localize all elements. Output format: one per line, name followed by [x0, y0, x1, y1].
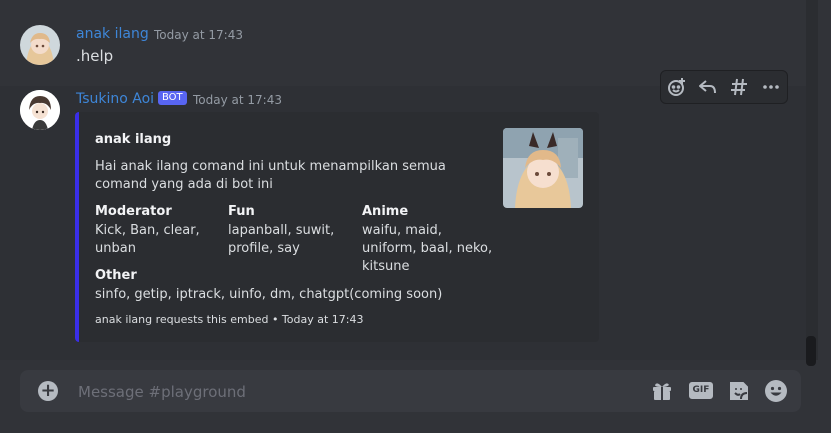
bot-badge: BOT [158, 91, 187, 105]
embed-field-value: lapanball, suwit, profile, say [228, 223, 335, 256]
embed-field-name: Anime [362, 204, 409, 219]
sticker-icon[interactable] [727, 379, 751, 403]
embed-author: anak ilang [95, 132, 172, 147]
message-content: .help [76, 47, 114, 65]
embed-field-value: Kick, Ban, clear, unban [95, 223, 200, 256]
message-actions-toolbar [660, 70, 788, 104]
embed-thumbnail[interactable] [503, 128, 583, 208]
add-reaction-icon[interactable] [665, 75, 689, 99]
add-attachment-icon[interactable]: + [38, 381, 58, 401]
embed-field-name: Moderator [95, 204, 172, 219]
embed-footer: anak ilang requests this embed • Today a… [95, 313, 364, 326]
bot-username[interactable]: Tsukino Aoi [76, 91, 154, 107]
message-composer: + GIF [20, 370, 801, 412]
gif-icon[interactable]: GIF [689, 382, 713, 399]
help-embed: anak ilang Hai anak ilang comand ini unt… [75, 112, 599, 342]
message-username[interactable]: anak ilang [76, 26, 149, 42]
gif-label: GIF [691, 384, 711, 397]
bot-avatar[interactable] [20, 90, 60, 130]
embed-description: Hai anak ilang comand ini untuk menampil… [95, 159, 446, 192]
message-timestamp[interactable]: Today at 17:43 [154, 28, 243, 42]
reply-icon[interactable] [696, 75, 720, 99]
more-icon[interactable] [759, 75, 783, 99]
embed-field-name: Other [95, 268, 137, 283]
message-input[interactable] [76, 378, 620, 406]
emoji-icon[interactable] [764, 379, 788, 403]
embed-field-value: waifu, maid, uniform, baal, neko, kitsun… [362, 223, 493, 274]
scrollbar-thumb[interactable] [806, 336, 816, 366]
gift-icon[interactable] [650, 379, 674, 403]
embed-field-value: sinfo, getip, iptrack, uinfo, dm, chatgp… [95, 287, 443, 302]
message-list: anak ilang Today at 17:43 .help Tsukino … [0, 0, 806, 360]
embed-field-name: Fun [228, 204, 255, 219]
user-avatar[interactable] [20, 25, 60, 65]
create-thread-icon[interactable] [728, 75, 752, 99]
message-timestamp[interactable]: Today at 17:43 [193, 93, 282, 107]
scrollbar-track[interactable] [806, 0, 818, 360]
